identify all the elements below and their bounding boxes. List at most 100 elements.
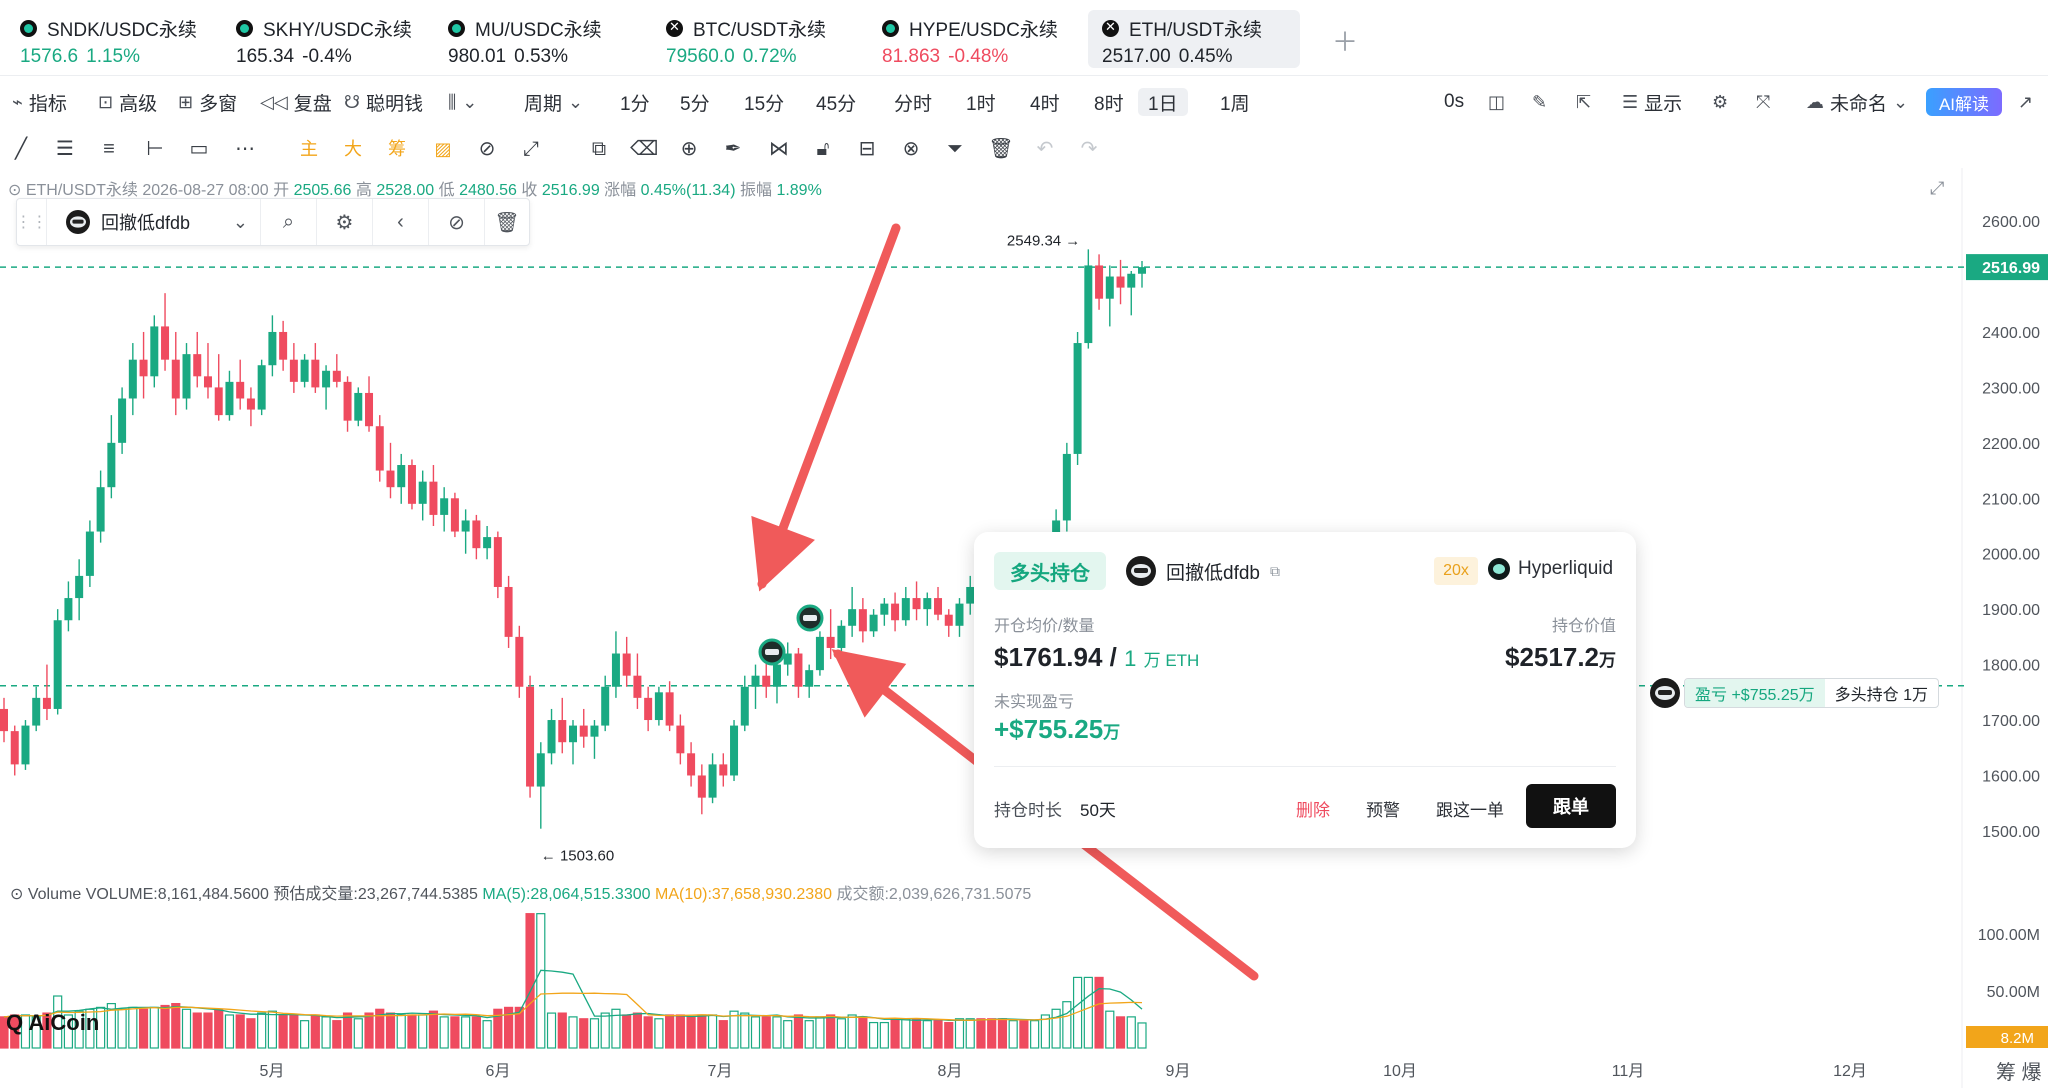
candle-body [257,365,266,410]
delete-button[interactable]: 删除 [1296,796,1330,821]
candle-body [128,359,137,399]
volume-bar [289,1014,299,1049]
search-icon[interactable]: ⌕ [261,199,317,245]
indicator-select[interactable]: 回撤低dfdb ⌄ [47,199,261,245]
candle-body [751,675,760,687]
candle-body [64,598,73,621]
settings-icon[interactable]: ⚙ [317,199,373,245]
candle-body [375,426,384,471]
candle-body [268,331,277,366]
candle-body [246,398,255,410]
trash-icon[interactable]: 🗑︎ [485,199,529,245]
volume-bar [385,1012,396,1049]
alert-button[interactable]: 预警 [1366,796,1400,821]
card-trader[interactable]: 回撤低dfdb ⧉ [1126,556,1280,586]
volume-bar [804,1020,814,1049]
long-position-badge: 多头持仓 [994,552,1106,590]
candle-body [107,442,116,488]
candle-body [96,487,105,532]
corner-labels: 筹 爆 [1996,1062,2042,1084]
candle-body [440,498,449,515]
volume-bar [665,1014,675,1049]
unrealized-pnl: +$755.25万 [994,714,1121,744]
volume-bar [589,1018,600,1049]
time-tick-label: 11月 [1612,1063,1645,1080]
candle-body [611,653,620,687]
candle-body [311,359,320,388]
position-marker[interactable]: 盈亏 +$755.25万 多头持仓 1万 [1684,678,1939,708]
volume-bar [310,1014,320,1049]
candle-body [354,392,363,421]
divider [994,766,1616,767]
candle-body [1095,265,1104,299]
volume-bar [1008,1020,1018,1049]
follow-one-button[interactable]: 跟这一单 [1436,796,1504,821]
chevron-left-icon[interactable]: ‹ [373,199,429,245]
candle-body [687,753,696,776]
volume-tick-label: 100.00M [1978,927,2040,944]
candle-body [794,653,803,687]
candle-body [289,359,298,382]
time-tick-label: 5月 [260,1063,285,1080]
hide-icon[interactable]: ⊘ [429,199,485,245]
candle-body [1127,273,1136,288]
low-marker-label: ← 1503.60 [541,848,614,865]
trader-avatar-icon [1126,556,1156,586]
candle-body [1062,453,1071,521]
volume-value: VOLUME:8,161,484.5600 [85,886,269,903]
copy-trade-button[interactable]: 跟单 [1526,784,1616,828]
price-tick-label: 1900.00 [1982,602,2040,619]
volume-bar [1083,976,1093,1049]
drag-handle-icon[interactable]: ⋮⋮ [16,199,48,245]
time-tick-label: 10月 [1383,1063,1417,1080]
volume-bar [836,1018,846,1049]
ohlc-high: 2528.00 [376,182,435,199]
candle-body [601,686,610,726]
volume-bar [686,1016,696,1049]
volume-bar [826,1014,836,1049]
candle-body [1073,343,1082,454]
volume-bar [149,1006,159,1049]
volume-bar [224,1014,235,1049]
current-volume-label: 8.2M [2001,1030,2034,1047]
candle-body [869,614,878,632]
volume-bar [257,1012,267,1049]
candle-body [161,326,170,360]
volume-bar [321,1016,331,1049]
volume-bar [235,1014,245,1049]
candle-body [826,636,835,648]
candle-body [322,370,331,388]
candle-body [450,498,459,532]
price-tick-label: 2400.00 [1982,325,2040,342]
candle-body [150,326,159,377]
trader-avatar-icon[interactable] [1650,678,1680,708]
volume-bar [428,1010,439,1049]
ohlc-low: 2480.56 [459,182,517,199]
volume-bar [342,1012,353,1049]
volume-bar [1030,1020,1040,1049]
maximize-icon: ⤢ [1930,178,1945,199]
volume-bar [901,1018,911,1049]
candle-body [1105,276,1114,299]
price-tick-label: 2100.00 [1982,491,2040,508]
copy-icon[interactable]: ⧉ [1270,563,1280,580]
volume-bar [654,1018,664,1049]
candle-body [923,598,932,610]
ohlc-symbol: ETH/USDT永续 [25,182,138,199]
volume-bar [181,1008,192,1049]
ohlc-readout: ⊙ ETH/USDT永续 2026-08-27 08:00 开 2505.66 … [8,182,822,199]
aicoin-logo: Q AiCoin [6,1010,100,1035]
volume-tick-label: 50.00M [1987,984,2040,1001]
ohlc-amplitude: 1.89% [776,182,822,199]
candle-body [644,697,653,721]
volume-bar [171,1002,181,1049]
chevron-down-icon: ⌄ [232,211,248,232]
candle-body [418,481,427,504]
candle-body [934,598,943,615]
candle-body [85,531,94,576]
collapse-icon[interactable]: ⊙ [8,182,21,199]
collapse-icon[interactable]: ⊙ [10,886,23,903]
price-tick-label: 2300.00 [1982,380,2040,397]
volume-bar [976,1018,986,1049]
volume-bar [439,1016,449,1049]
